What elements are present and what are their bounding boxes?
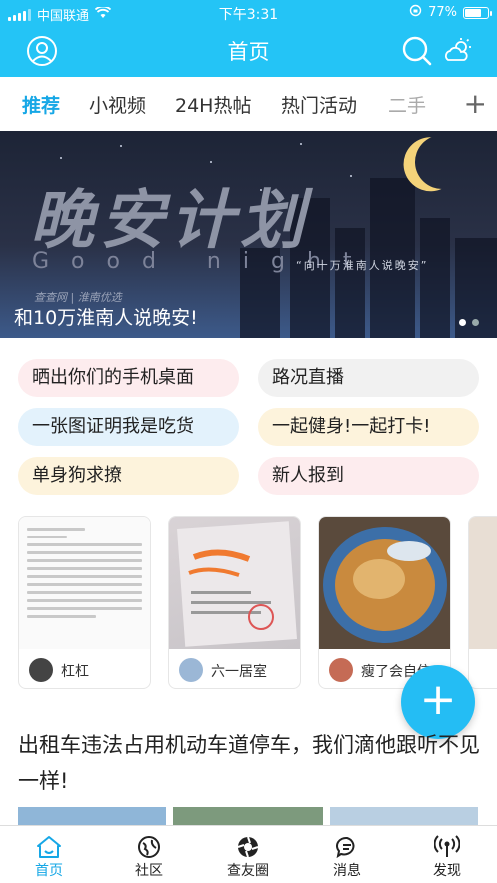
banner-caption: 和10万淮南人说晚安!	[14, 307, 198, 329]
nav-discover[interactable]: 发现	[412, 834, 482, 880]
search-button[interactable]	[401, 35, 433, 67]
nav-friends-circle[interactable]: 查友圈	[213, 834, 283, 880]
battery-percent: 77%	[428, 5, 457, 20]
weather-button[interactable]	[443, 37, 473, 65]
topic-chip[interactable]: 单身狗求撩	[18, 457, 239, 495]
message-icon	[312, 834, 382, 860]
nav-home[interactable]: 首页	[14, 834, 84, 880]
nav-messages[interactable]: 消息	[312, 834, 382, 880]
tab-recommend[interactable]: 推荐	[22, 91, 60, 118]
tab-short-video[interactable]: 小视频	[89, 91, 146, 118]
moon-graphic	[407, 131, 476, 197]
post-card[interactable]: 杠杠	[18, 516, 151, 689]
feed-image[interactable]	[18, 807, 166, 825]
post-card[interactable]: 瘦了会自信	[318, 516, 451, 689]
feed-image[interactable]	[330, 807, 478, 825]
category-tabs: 推荐 小视频 24H热帖 热门活动 二手 +	[0, 77, 497, 131]
avatar[interactable]	[329, 658, 353, 682]
post-card[interactable]: 六一居室	[168, 516, 301, 689]
nav-discover-label: 发现	[433, 863, 461, 879]
feed-image[interactable]	[173, 807, 323, 825]
signal-icon	[412, 834, 482, 860]
rotation-lock-icon	[409, 4, 422, 21]
topic-chip[interactable]: 一起健身!一起打卡!	[258, 408, 479, 446]
banner-quote: “向十万淮南人说晚安”	[296, 259, 429, 272]
add-tab-button[interactable]: +	[464, 87, 487, 120]
avatar[interactable]	[29, 658, 53, 682]
tab-second-hand[interactable]: 二手	[388, 91, 426, 118]
top-bar: 中国联通 下午3:31 77% 首页	[0, 0, 497, 77]
post-thumbnail-food	[319, 517, 450, 649]
tab-24h-hot[interactable]: 24H热帖	[175, 91, 251, 118]
nav-messages-label: 消息	[333, 863, 361, 879]
home-icon	[14, 834, 84, 860]
search-icon	[402, 36, 432, 66]
post-card[interactable]	[468, 516, 497, 689]
nav-community-label: 社区	[135, 863, 163, 879]
post-thumbnail	[469, 517, 497, 649]
banner-art-title: 晚安计划	[30, 184, 310, 258]
nav-community[interactable]: 社区	[114, 834, 184, 880]
nav-friends-circle-label: 查友圈	[227, 863, 269, 879]
bottom-navigation: 首页 社区 查友圈 消息 发现	[0, 825, 497, 883]
carousel-dots	[459, 319, 479, 326]
aperture-icon	[213, 834, 283, 860]
community-icon	[114, 834, 184, 860]
weather-cloud-sun-icon	[445, 38, 471, 61]
status-bar: 中国联通 下午3:31 77%	[0, 0, 497, 26]
post-thumbnail-document	[169, 517, 300, 649]
banner-carousel[interactable]: 晚安计划 Good night “向十万淮南人说晚安” 查查网 | 淮南优选 和…	[0, 131, 497, 338]
topic-chip[interactable]: 一张图证明我是吃货	[18, 408, 239, 446]
tab-events[interactable]: 热门活动	[281, 91, 357, 118]
post-thumbnail-article	[19, 517, 150, 649]
feed-post-title[interactable]: 出租车违法占用机动车道停车，我们滴他跟听不见一样!	[18, 727, 483, 799]
carousel-dot[interactable]	[472, 319, 479, 326]
post-username: 杠杠	[61, 664, 89, 680]
topic-chip[interactable]: 晒出你们的手机桌面	[18, 359, 239, 397]
avatar[interactable]	[179, 658, 203, 682]
nav-home-label: 首页	[35, 863, 63, 879]
topic-chip[interactable]: 新人报到	[258, 457, 479, 495]
post-username: 六一居室	[211, 664, 267, 680]
carousel-dot[interactable]	[459, 319, 466, 326]
battery-icon	[463, 6, 492, 19]
topic-chip[interactable]: 路况直播	[258, 359, 479, 397]
